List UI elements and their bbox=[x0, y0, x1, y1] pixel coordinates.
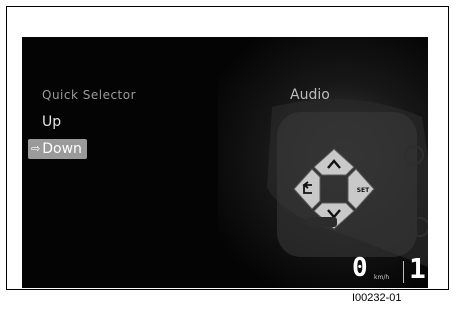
menu-item-label: Up bbox=[42, 114, 62, 130]
figure-id: I00232-01 bbox=[352, 292, 402, 304]
gear-value: 1 bbox=[409, 252, 426, 285]
set-label: SET bbox=[357, 187, 370, 194]
speed-gear-indicator: 0 km/h 1 bbox=[352, 252, 428, 287]
divider bbox=[403, 261, 404, 283]
menu-item-down[interactable]: ⇨ Down bbox=[28, 139, 87, 159]
speed-value: 0 bbox=[352, 253, 368, 283]
quick-selector-title: Quick Selector bbox=[42, 88, 137, 102]
display-screen: SET Quick Selector Up ⇨ Down Audio 0 km/h… bbox=[22, 37, 428, 288]
audio-title: Audio bbox=[290, 87, 330, 103]
menu-item-label: Down bbox=[42, 141, 82, 157]
bottom-button-shape bbox=[307, 217, 337, 227]
menu-item-up[interactable]: Up bbox=[42, 114, 61, 130]
speed-unit: km/h bbox=[374, 274, 390, 281]
selection-arrow-icon: ⇨ bbox=[31, 142, 41, 155]
steering-wheel-control-illustration: SET bbox=[267, 99, 428, 267]
